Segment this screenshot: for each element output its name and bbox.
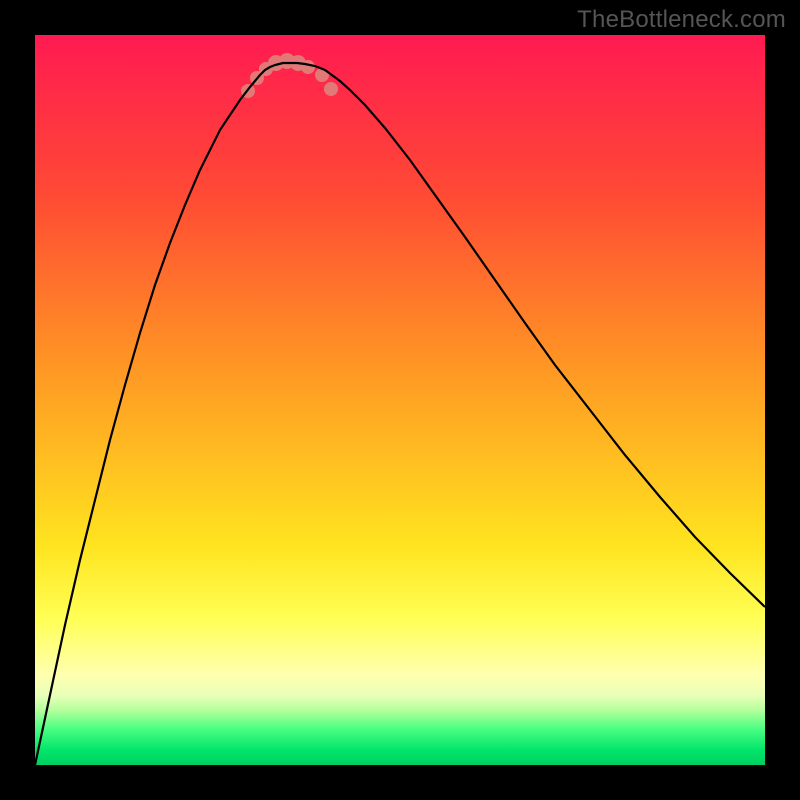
outer-frame: TheBottleneck.com <box>0 0 800 800</box>
curve-marker <box>301 60 315 74</box>
bottleneck-curve <box>35 63 765 765</box>
curve-layer <box>35 35 765 765</box>
marker-points <box>241 53 338 98</box>
plot-area <box>35 35 765 765</box>
watermark-text: TheBottleneck.com <box>577 6 786 34</box>
curve-marker <box>324 82 338 96</box>
